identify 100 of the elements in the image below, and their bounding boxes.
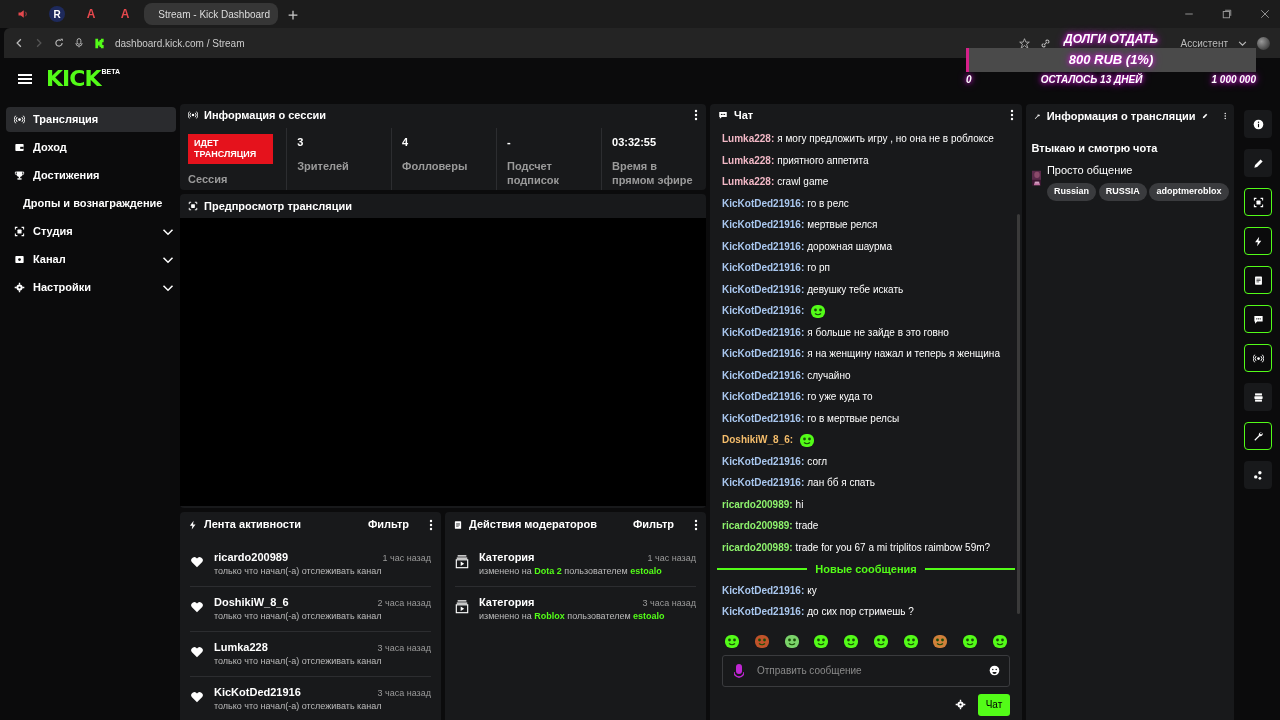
tab-favicon[interactable]: R [49,6,65,22]
emote-icon[interactable] [991,632,1008,649]
sidebar-toggle-button[interactable] [1244,383,1272,411]
settings-icon[interactable] [955,699,966,710]
more-icon[interactable] [694,518,698,531]
plus-icon[interactable] [288,9,298,20]
panel-title: Информация о сессии [204,107,327,123]
chat-username[interactable]: ricardo200989: [722,539,793,555]
emote-icon[interactable] [783,632,800,649]
chat-username[interactable]: Lumka228: [722,174,775,190]
sidebar-item[interactable]: Достижения [6,163,176,188]
tag[interactable]: Russian [1046,183,1096,201]
more-icon[interactable] [429,518,433,531]
live-badge: ИДЕТ ТРАНСЛЯЦИЯ [188,134,273,164]
sidebar-toggle-button[interactable] [1244,461,1272,489]
sidebar-toggle-button[interactable] [1244,344,1272,372]
sidebar-toggle-button[interactable] [1244,227,1272,255]
scrollbar[interactable] [1017,214,1020,614]
chat-username[interactable]: KicKotDed21916: [722,195,805,211]
microphone-icon[interactable] [734,663,744,678]
sidebar-item[interactable]: Студия [6,219,176,244]
emote-icon[interactable] [843,632,860,649]
restore-icon[interactable] [1222,9,1232,19]
chat-username[interactable]: KicKotDed21916: [722,238,805,254]
new-messages-divider: Новые сообщения [717,558,1015,580]
chat-username[interactable]: KicKotDed21916: [722,410,805,426]
sidebar-toggle-button[interactable] [1244,422,1272,450]
url-field[interactable]: dashboard.kick.com / Stream [115,35,245,51]
sidebar-item[interactable]: Доход [6,135,176,160]
speaker-icon[interactable] [17,8,29,20]
chat-username[interactable]: KicKotDed21916: [722,453,805,469]
chat-username[interactable]: ricardo200989: [722,496,793,512]
sidebar-toggle-button[interactable] [1244,266,1272,294]
link-icon[interactable] [1039,37,1051,49]
tag[interactable]: RUSSIA [1098,183,1147,201]
chat-username[interactable]: KicKotDed21916: [722,217,805,233]
chat-username[interactable]: ricardo200989: [722,518,793,534]
menu-icon[interactable] [18,73,32,85]
tab-favicon[interactable]: A [120,5,130,23]
document-icon [1252,274,1264,286]
sidebar-item[interactable]: Настройки [6,275,176,300]
chat-username[interactable]: KicKotDed21916: [722,582,805,598]
emote-icon[interactable] [813,632,830,649]
back-icon[interactable] [14,38,24,48]
category-icon [455,599,469,614]
chat-username[interactable]: DoshikiW_8_6: [722,432,794,448]
follower-name[interactable]: DoshikiW_8_6 [214,593,289,610]
kick-logo[interactable]: KICK [46,68,101,90]
sidebar-toggle-button[interactable] [1244,305,1272,333]
action-description: изменено на Roblox пользователем estoalo [479,610,666,623]
chevron-down-icon[interactable] [1238,38,1247,48]
chat-username[interactable]: KicKotDed21916: [722,604,805,620]
sidebar-item[interactable]: Канал [6,247,176,272]
emote-icon[interactable] [932,632,949,649]
emoji-icon[interactable] [989,664,1000,676]
more-icon[interactable] [1010,109,1014,121]
filter-button[interactable]: Фильтр [632,516,674,533]
chat-message-text: приятного аппетита [777,153,869,168]
message-input[interactable]: Отправить сообщение [722,654,1010,687]
follower-name[interactable]: Lumka228 [214,638,268,655]
sidebar-toggle-button[interactable] [1244,110,1272,138]
sidebar-toggle-button[interactable] [1244,188,1272,216]
filter-button[interactable]: Фильтр [367,516,409,533]
assistant-button[interactable]: Ассистент [1180,35,1228,51]
send-button[interactable]: Чат [978,693,1010,716]
sidebar-item[interactable]: Трансляция [6,107,176,132]
chat-username[interactable]: KicKotDed21916: [722,260,805,276]
star-icon[interactable] [1018,37,1030,49]
sidebar-item[interactable]: Дропы и вознаграждение [6,191,176,216]
more-icon[interactable] [694,109,698,121]
chat-username[interactable]: KicKotDed21916: [722,324,805,340]
chat-username[interactable]: KicKotDed21916: [722,281,805,297]
chat-username[interactable]: KicKotDed21916: [722,367,805,383]
browser-tab[interactable]: Stream - Kick Dashboard [144,3,278,25]
follower-name[interactable]: ricardo200989 [214,548,288,565]
chat-username[interactable]: Lumka228: [722,131,775,147]
emote-icon[interactable] [724,632,740,649]
chat-username[interactable]: KicKotDed21916: [722,389,805,405]
chat-username[interactable]: KicKotDed21916: [722,475,805,491]
emote-icon[interactable] [962,632,979,649]
sidebar-toggle-button[interactable] [1244,149,1272,177]
category-name[interactable]: Просто общение [1046,161,1229,178]
heart-icon [190,689,204,704]
document-icon [453,519,463,530]
microphone-icon[interactable] [74,38,84,48]
chat-username[interactable]: KicKotDed21916: [722,346,805,362]
close-icon[interactable] [1260,9,1270,19]
follower-name[interactable]: KicKotDed21916 [214,683,301,700]
reload-icon[interactable] [54,38,64,48]
pencil-icon[interactable] [1201,111,1208,121]
info-icon [1252,118,1264,130]
chat-username[interactable]: KicKotDed21916: [722,303,805,319]
tag[interactable]: adoptmeroblox [1149,183,1229,201]
emote-icon[interactable] [872,632,889,649]
more-icon[interactable] [1223,110,1226,122]
panel-title: Действия модераторов [469,517,598,533]
chat-username[interactable]: Lumka228: [722,152,775,168]
emote-icon[interactable] [902,632,919,649]
tab-favicon[interactable]: A [86,5,96,23]
profile-avatar[interactable] [1257,36,1270,50]
